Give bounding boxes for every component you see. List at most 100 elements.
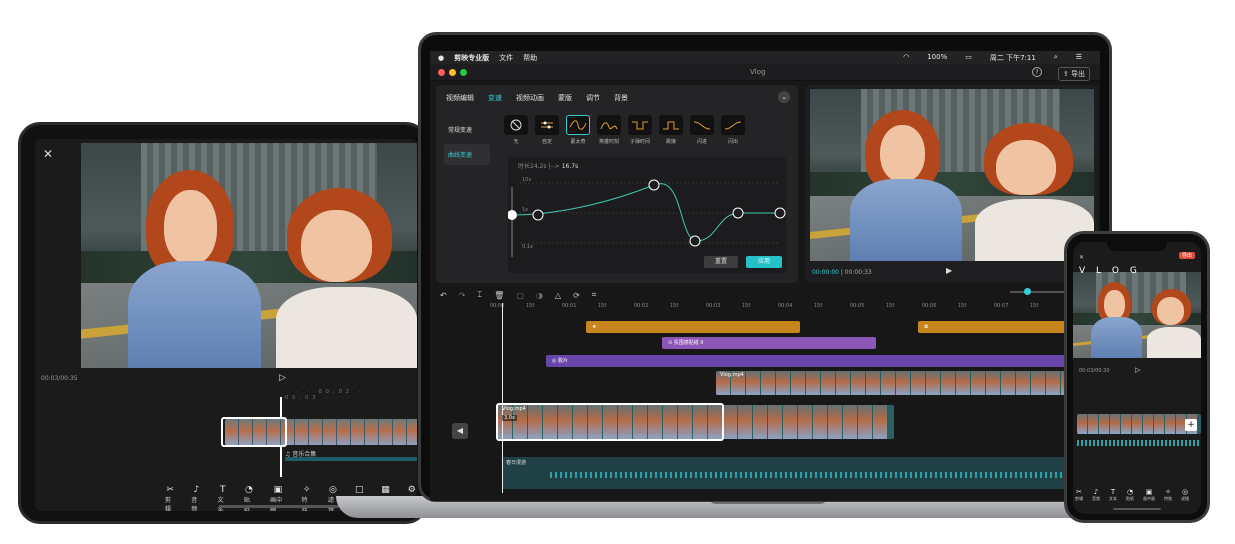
phone-export-button[interactable]: 导出 [1178,252,1195,259]
curve-point[interactable] [689,235,701,247]
phone-timecode: 00:03/00:30 [1079,368,1110,374]
tool-cut[interactable]: ✂ 剪辑 [1075,488,1083,502]
player-preview: 00:00:00 | 00:00:33 ▶ 原始 [806,85,1098,283]
reset-button[interactable]: 重置 [704,256,738,268]
curve-point[interactable] [532,209,544,221]
battery-icon[interactable]: ▭ [965,53,972,63]
preset-hero[interactable]: 英雄时刻 [597,115,621,145]
curve-point[interactable] [774,207,786,219]
help-icon[interactable]: ? [1032,67,1042,77]
speed-panel: 视频编辑 变速 视频动画 蒙版 调节 背景 ⌄ 常规变速 曲线变速 无 自定 蒙… [436,85,798,283]
phone-video-preview [1073,272,1201,358]
text-clip[interactable]: ⊙ 氛围感贴纸 II [662,337,876,349]
add-clip-button[interactable]: + [1185,419,1197,431]
tab-speed[interactable]: 变速 [488,93,502,103]
video-track-upper[interactable]: Vlog.mp4 [716,371,1100,395]
cover-icon[interactable]: ◀ [452,423,468,439]
timeline-playhead[interactable] [502,303,503,493]
playhead-knob[interactable] [508,210,517,220]
text-icon: T [1110,488,1116,496]
preset-none[interactable]: 无 [504,115,528,145]
tablet-clip-selection[interactable] [221,417,287,447]
phone-topbar: ✕ 导出 [1079,252,1195,261]
close-icon[interactable]: ✕ [1079,254,1084,261]
zoom-knob[interactable] [1024,288,1031,295]
close-window-button[interactable] [438,69,445,76]
tab-animation[interactable]: 视频动画 [516,93,544,103]
curve-svg: 10x 1x 0.1x [508,177,786,257]
undo-icon[interactable]: ↶ [440,291,447,300]
zoom-window-button[interactable] [460,69,467,76]
export-button[interactable]: ⇪ 导出 [1057,67,1090,81]
play-icon[interactable]: ▷ [279,373,286,383]
preset-bullet[interactable]: 子弹时间 [628,115,652,145]
tab-adjust[interactable]: 调节 [586,93,600,103]
speed-curve-editor[interactable]: 时长24.2s |--> 16.7s 10x 1x 0.1x 重置 应用 [508,157,786,273]
tab-video-edit[interactable]: 视频编辑 [446,93,474,103]
redo-icon[interactable]: ↷ [459,291,466,300]
preset-custom[interactable]: 自定 [535,115,559,145]
selected-clip-frame[interactable] [496,403,724,441]
scissors-icon: ✂ [1076,488,1082,496]
preset-montage[interactable]: 蒙太奇 [566,115,590,145]
wifi-icon[interactable]: ◠ [903,53,909,63]
split-icon[interactable]: ⌶ [477,290,482,300]
preset-flash-in[interactable]: 闪进 [690,115,714,145]
tool-filter[interactable]: ◎ 滤镜 [1181,488,1189,502]
delete-icon[interactable]: 🗑 [494,291,504,300]
freeze-icon[interactable]: ▢ [516,291,524,300]
timeline-ruler[interactable]: 00:00 15f 00:01 15f 00:02 15f 00:03 15f 00:04 15f… [490,303,1100,313]
control-center-icon[interactable]: ☰ [1076,53,1082,63]
audio-track[interactable]: 春日漫游 [502,457,1100,489]
zoom-slider[interactable] [1010,288,1070,295]
filter-clip[interactable]: ◎ 胶片 [546,355,1100,367]
close-icon[interactable]: ✕ [43,147,53,161]
bullet-curve-icon [628,115,652,135]
tool-sticker[interactable]: ◔ 贴纸 [1126,488,1134,502]
chevron-down-icon[interactable]: ⌄ [778,91,790,103]
y-top-label: 10x [522,177,531,183]
phone-notch [1107,242,1167,251]
tool-audio[interactable]: ♪ 音频 [191,485,201,511]
tool-effects[interactable]: ✧ 特效 [1164,488,1172,502]
phone-audio-waveform[interactable] [1077,440,1201,446]
search-icon[interactable]: ⌕ [1054,53,1058,63]
reverse-icon[interactable]: ◑ [536,291,543,300]
clock[interactable]: 周二 下午7:11 [990,53,1036,63]
tab-background[interactable]: 背景 [614,93,628,103]
tablet-audio-waveform[interactable] [285,457,417,461]
preset-jump[interactable]: 跳接 [659,115,683,145]
sparkle-icon: ✧ [302,485,311,495]
mode-curve-speed[interactable]: 曲线变速 [444,144,490,165]
tool-audio[interactable]: ♪ 音频 [1092,488,1100,502]
sticker-clip[interactable]: ★ [586,321,800,333]
menu-help[interactable]: 帮助 [523,53,537,63]
mirror-icon[interactable]: △ [555,291,561,300]
curve-point[interactable] [732,207,744,219]
apply-button[interactable]: 应用 [746,256,782,268]
crop-icon[interactable]: ⌗ [592,290,597,300]
tool-text[interactable]: T 文本 [1109,488,1117,502]
preset-flash-out[interactable]: 闪出 [721,115,745,145]
phone-video-track[interactable] [1077,414,1201,434]
tool-cut[interactable]: ✂ 剪辑 [165,485,175,511]
player-frame[interactable] [810,89,1094,261]
tool-pip[interactable]: ▣ 画中画 [1143,488,1155,502]
sticker-icon: ◔ [1126,488,1134,496]
tablet-device: ✕ 00:03/00:35 ▷ · · · 00:02 · · · 00:03 … [18,122,428,524]
menu-file[interactable]: 文件 [499,53,513,63]
sparkle-icon: ✧ [1165,488,1171,496]
rotate-icon[interactable]: ⟳ [573,291,580,300]
play-icon[interactable]: ▶ [946,266,952,275]
curve-point[interactable] [648,179,660,191]
tab-mask[interactable]: 蒙版 [558,93,572,103]
phone-device: ✕ 导出 V L O G 00:03/00:30 ▷ + ✂ 剪辑 ♪ 音频 T… [1064,231,1210,523]
mode-normal-speed[interactable]: 常规变速 [444,119,490,140]
menu-app[interactable]: 剪映专业版 [454,53,489,63]
background-icon: ▦ [381,485,390,495]
apple-icon[interactable]: ● [438,54,444,62]
play-icon[interactable]: ▷ [1135,366,1140,374]
tablet-ruler: · · · 00:02 · · · 00:03 · · · [285,389,387,401]
minimize-window-button[interactable] [449,69,456,76]
filter-icon: ◎ [329,485,337,495]
